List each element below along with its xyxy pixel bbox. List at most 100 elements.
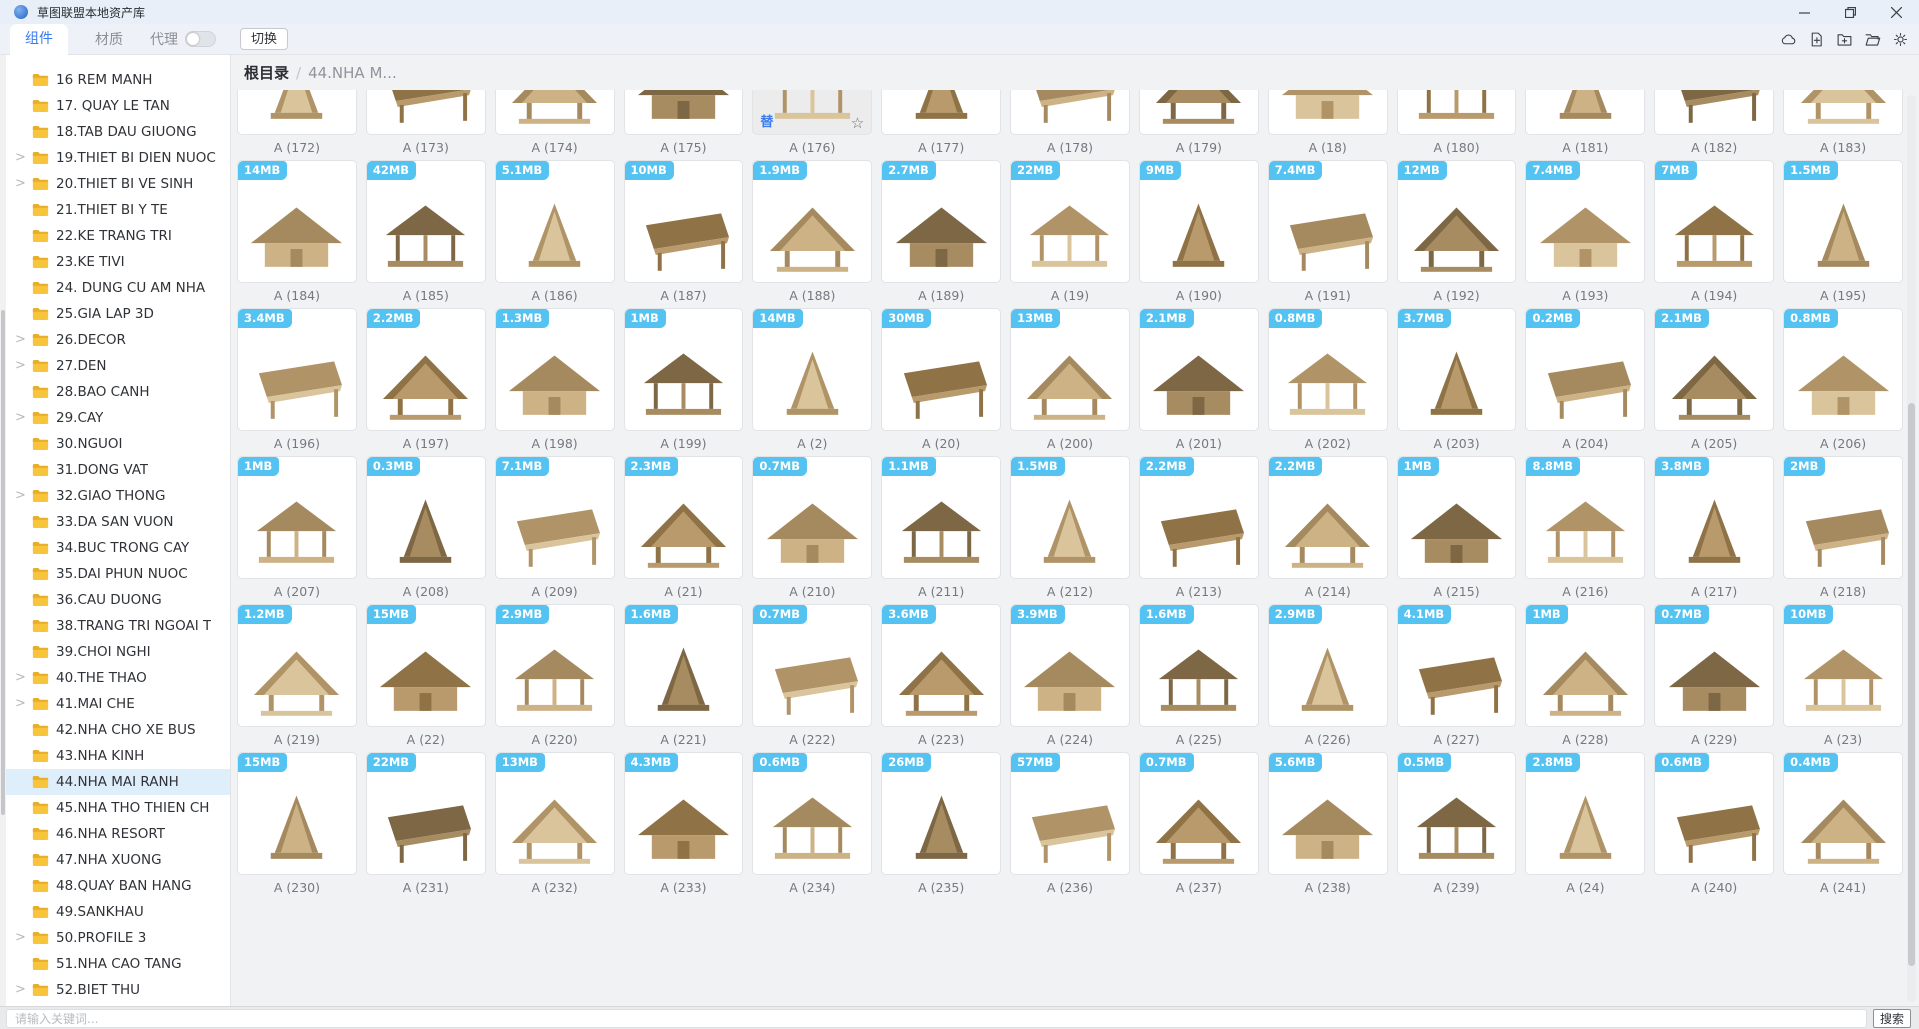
asset-card[interactable]: 7.1MB (1268, 90, 1388, 135)
asset-card[interactable]: 15MB (366, 604, 486, 727)
asset-card[interactable]: 0.3MB (366, 456, 486, 579)
sidebar-item[interactable]: >40.THE THAO (6, 665, 230, 691)
asset-card[interactable]: 1.5MB (1783, 160, 1903, 283)
sidebar-item[interactable]: >41.MAI CHE (6, 691, 230, 717)
asset-card[interactable]: 14MB (237, 160, 357, 283)
chevron-right-icon[interactable]: > (15, 691, 26, 717)
sidebar-item[interactable]: >29.CAY (6, 405, 230, 431)
chevron-right-icon[interactable]: > (15, 171, 26, 197)
close-button[interactable] (1873, 0, 1919, 24)
asset-card[interactable]: 12MB (1397, 160, 1517, 283)
asset-card[interactable]: 2.9MB (495, 604, 615, 727)
sidebar-item[interactable]: 51.NHA CAO TANG (6, 951, 230, 977)
asset-card[interactable]: 7MB (1654, 160, 1774, 283)
asset-card[interactable]: 10MB (624, 160, 744, 283)
sidebar-item[interactable]: 22.KE TRANG TRI (6, 223, 230, 249)
asset-card[interactable]: 2MB (366, 90, 486, 135)
asset-card[interactable]: 22MB (1010, 160, 1130, 283)
proxy-toggle[interactable] (185, 31, 216, 47)
asset-card[interactable]: 1.1MB (881, 456, 1001, 579)
sidebar-item[interactable]: 49.SANKHAU (6, 899, 230, 925)
asset-card[interactable]: 5.6MB (1268, 752, 1388, 875)
asset-card[interactable]: 6.3MB (1010, 90, 1130, 135)
replace-button[interactable]: 替 (760, 111, 773, 130)
asset-card[interactable]: 5.3MB (237, 90, 357, 135)
sidebar-item[interactable]: >52.BIET THU (6, 977, 230, 1003)
asset-card[interactable]: 7.4MB (1268, 160, 1388, 283)
sidebar-item[interactable]: 44.NHA MAI RANH (6, 769, 230, 795)
asset-card[interactable]: 1.3MB (495, 308, 615, 431)
asset-card[interactable]: 1MB (1397, 456, 1517, 579)
asset-card[interactable]: 7.1MB (495, 456, 615, 579)
asset-card[interactable]: 0.6MB (752, 752, 872, 875)
chevron-right-icon[interactable]: > (15, 145, 26, 171)
asset-card[interactable]: 3.9MB (1010, 604, 1130, 727)
asset-card[interactable]: 1MB (1525, 604, 1645, 727)
sidebar-item[interactable]: 30.NGUOI (6, 431, 230, 457)
asset-card[interactable]: 9MB (1139, 160, 1259, 283)
asset-card[interactable]: 4.1MB (1139, 90, 1259, 135)
sidebar-item[interactable]: 45.NHA THO THIEN CH (6, 795, 230, 821)
sidebar-item[interactable]: 23.KE TIVI (6, 249, 230, 275)
breadcrumb-root[interactable]: 根目录 (244, 62, 289, 83)
sidebar-item[interactable]: 46.NHA RESORT (6, 821, 230, 847)
sidebar-item[interactable]: >20.THIET BI VE SINH (6, 171, 230, 197)
asset-card[interactable]: 2.2MB (1268, 456, 1388, 579)
sidebar-item[interactable]: 39.CHOI NGHI (6, 639, 230, 665)
sidebar-item[interactable]: 24. DUNG CU AM NHA (6, 275, 230, 301)
asset-card[interactable]: 15MB (237, 752, 357, 875)
asset-card[interactable]: 13MB (495, 752, 615, 875)
asset-card[interactable]: 2.2MB (366, 308, 486, 431)
sidebar-item[interactable]: 43.NHA KINH (6, 743, 230, 769)
chevron-right-icon[interactable]: > (15, 353, 26, 379)
asset-card[interactable]: 7.4MB (1525, 160, 1645, 283)
asset-card[interactable]: 6.3MB (881, 90, 1001, 135)
asset-card[interactable]: 26MB (881, 752, 1001, 875)
asset-card[interactable]: 0.4MB (1783, 752, 1903, 875)
asset-card[interactable]: 1.6MB (1139, 604, 1259, 727)
chevron-right-icon[interactable]: > (15, 405, 26, 431)
grid-scrollbar-thumb[interactable] (1908, 403, 1915, 965)
asset-card[interactable]: 7.2MB替☆ (752, 90, 872, 135)
chevron-right-icon[interactable]: > (15, 483, 26, 509)
asset-card[interactable]: 2.7MB (881, 160, 1001, 283)
sidebar-item[interactable]: 33.DA SAN VUON (6, 509, 230, 535)
settings-icon[interactable] (1892, 31, 1909, 48)
asset-card[interactable]: 3.4MB (237, 308, 357, 431)
sidebar-item[interactable]: 38.TRANG TRI NGOAI T (6, 613, 230, 639)
sidebar-item[interactable]: >50.PROFILE 3 (6, 925, 230, 951)
favorite-star-icon[interactable]: ☆ (851, 114, 864, 132)
asset-card[interactable]: 8.8MB (1525, 456, 1645, 579)
asset-card[interactable]: 1.9MB (752, 160, 872, 283)
sidebar-item[interactable]: 47.NHA XUONG (6, 847, 230, 873)
sidebar-item[interactable]: 18.TAB DAU GIUONG (6, 119, 230, 145)
asset-card[interactable]: 0.7MB (1654, 604, 1774, 727)
asset-card[interactable]: 0.7MB (752, 604, 872, 727)
new-folder-icon[interactable] (1836, 31, 1853, 48)
asset-card[interactable]: 9.4MB (495, 90, 615, 135)
cloud-icon[interactable] (1780, 31, 1797, 48)
search-input[interactable] (6, 1009, 1867, 1028)
asset-card[interactable]: 2.1MB (1654, 308, 1774, 431)
asset-card[interactable]: 1.2MB (237, 604, 357, 727)
asset-card[interactable]: 2.1MB (1139, 308, 1259, 431)
asset-card[interactable]: 2.3MB (624, 456, 744, 579)
asset-card[interactable]: 0.7MB (1139, 752, 1259, 875)
minimize-button[interactable] (1781, 0, 1827, 24)
chevron-right-icon[interactable]: > (15, 665, 26, 691)
chevron-right-icon[interactable]: > (15, 977, 26, 1003)
sidebar-item[interactable]: 36.CAU DUONG (6, 587, 230, 613)
asset-card[interactable]: 30MB (881, 308, 1001, 431)
sidebar-item[interactable]: 16 REM MANH (6, 67, 230, 93)
asset-card[interactable]: 2.2MB (1139, 456, 1259, 579)
asset-card[interactable]: 13MB (1010, 308, 1130, 431)
chevron-right-icon[interactable]: > (15, 327, 26, 353)
switch-button[interactable]: 切换 (240, 28, 288, 50)
search-button[interactable]: 搜索 (1873, 1009, 1911, 1028)
asset-card[interactable]: 57MB (1010, 752, 1130, 875)
asset-card[interactable]: 0.5MB (1397, 752, 1517, 875)
asset-card[interactable]: 42MB (366, 160, 486, 283)
open-folder-icon[interactable] (1864, 31, 1881, 48)
asset-card[interactable]: 3.8MB (1654, 456, 1774, 579)
new-file-icon[interactable] (1808, 31, 1825, 48)
